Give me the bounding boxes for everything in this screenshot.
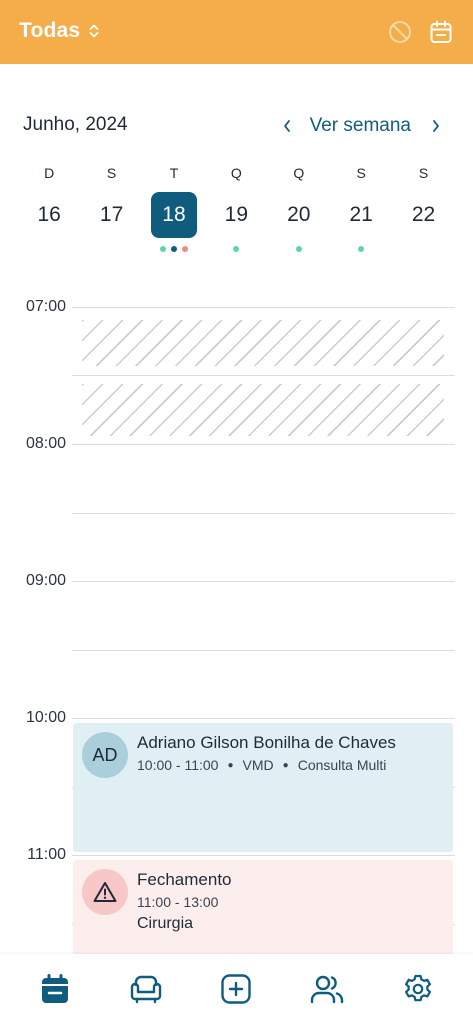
weekday-label: T (169, 165, 179, 181)
event-dot (159, 246, 166, 252)
warning-icon (93, 882, 117, 902)
day-timeline[interactable]: 07:00 08:00 09:00 10:00 11:00 AD Adriano… (0, 300, 473, 954)
appointment-time: 10:00 - 11:00 (137, 757, 219, 773)
day-number: 17 (99, 203, 124, 226)
weekday-label: S (106, 165, 117, 181)
chevron-updown-icon (89, 24, 99, 38)
closure-card[interactable]: Fechamento 11:00 - 13:00 Cirurgia (73, 860, 453, 954)
previous-week-button[interactable] (276, 112, 298, 140)
weekday-label: Q (230, 165, 242, 181)
view-week-link[interactable]: Ver semana (310, 115, 411, 137)
date-row: 16 17 18 19 20 21 22 (18, 192, 455, 253)
calendar-icon (430, 20, 452, 43)
top-bar: Todas (0, 0, 473, 64)
hour-label: 11:00 (27, 846, 66, 863)
bottom-navigation (0, 954, 473, 1024)
block-icon (389, 21, 411, 43)
warning-badge (82, 869, 128, 915)
tab-agenda[interactable] (31, 965, 79, 1013)
event-dots (358, 246, 365, 253)
closure-title: Fechamento (137, 870, 232, 889)
avatar: AD (82, 732, 128, 778)
hour-gridline (72, 444, 455, 445)
event-dot (170, 246, 177, 252)
day-number: 16 (37, 203, 61, 226)
day-cell[interactable]: 19 (205, 192, 267, 253)
chevron-left-icon (283, 120, 290, 132)
add-icon (221, 974, 252, 1004)
users-icon (310, 975, 344, 1004)
event-dots (233, 246, 240, 253)
filter-label: Todas (19, 19, 81, 42)
armchair-icon (130, 975, 162, 1004)
hour-gridline (72, 307, 455, 308)
day-number: 20 (287, 203, 311, 226)
calendar-button[interactable] (427, 18, 455, 46)
week-navigation: Ver semana (276, 112, 447, 140)
month-label: Junho, 2024 (23, 114, 128, 135)
event-dot (295, 246, 302, 252)
appointment-card[interactable]: AD Adriano Gilson Bonilha de Chaves 10:0… (73, 723, 453, 852)
event-dots (159, 246, 188, 253)
blocked-slot (82, 320, 444, 366)
calendar-icon (42, 974, 69, 1003)
day-number: 19 (224, 203, 249, 226)
tab-rooms[interactable] (122, 965, 170, 1013)
day-cell[interactable]: 20 (268, 192, 330, 253)
next-week-button[interactable] (425, 112, 447, 140)
hour-gridline (72, 855, 455, 856)
weekday-label: S (356, 165, 366, 181)
day-cell[interactable]: 16 (18, 192, 80, 253)
closure-subtitle: Cirurgia (137, 915, 194, 932)
day-cell[interactable]: 21 (330, 192, 392, 253)
appointment-unit: VMD (242, 757, 274, 773)
closure-time: 11:00 - 13:00 (137, 894, 219, 910)
half-hour-gridline (72, 375, 455, 376)
weekday-header-row: D S T Q Q S S (18, 165, 455, 181)
hour-label: 08:00 (25, 435, 66, 452)
hour-gridline (72, 718, 455, 719)
day-cell[interactable]: 22 (392, 192, 454, 253)
appointment-patient-name: Adriano Gilson Bonilha de Chaves (137, 733, 396, 752)
half-hour-gridline (72, 650, 455, 651)
gear-icon (404, 974, 431, 1002)
day-cell[interactable]: 17 (80, 192, 142, 253)
tab-patients[interactable] (303, 965, 351, 1013)
tab-add[interactable] (212, 965, 260, 1013)
day-number: 21 (349, 203, 373, 226)
hour-label: 09:00 (25, 572, 66, 589)
weekday-label: D (44, 165, 55, 181)
hour-label: 07:00 (25, 300, 66, 315)
tab-settings[interactable] (394, 965, 442, 1013)
day-number: 18 (150, 192, 197, 238)
appointment-meta: 10:00 - 11:00 ● VMD ● Consulta Multi (137, 757, 386, 773)
half-hour-gridline (72, 513, 455, 514)
bullet-separator: ● (282, 759, 289, 771)
weekday-label: S (418, 165, 429, 181)
event-dot (181, 246, 188, 252)
event-dot (358, 246, 365, 252)
filter-dropdown[interactable]: Todas (19, 17, 100, 45)
day-number: 22 (411, 203, 436, 226)
event-dot (233, 246, 240, 252)
block-button[interactable] (386, 18, 414, 46)
chevron-right-icon (433, 120, 439, 132)
appointment-type: Consulta Multi (297, 757, 387, 773)
hour-label: 10:00 (25, 709, 66, 726)
weekday-label: Q (293, 165, 305, 181)
bullet-separator: ● (227, 759, 234, 771)
day-cell[interactable]: 18 (143, 192, 205, 253)
event-dots (295, 246, 302, 253)
blocked-slot (82, 384, 444, 436)
hour-gridline (72, 581, 455, 582)
